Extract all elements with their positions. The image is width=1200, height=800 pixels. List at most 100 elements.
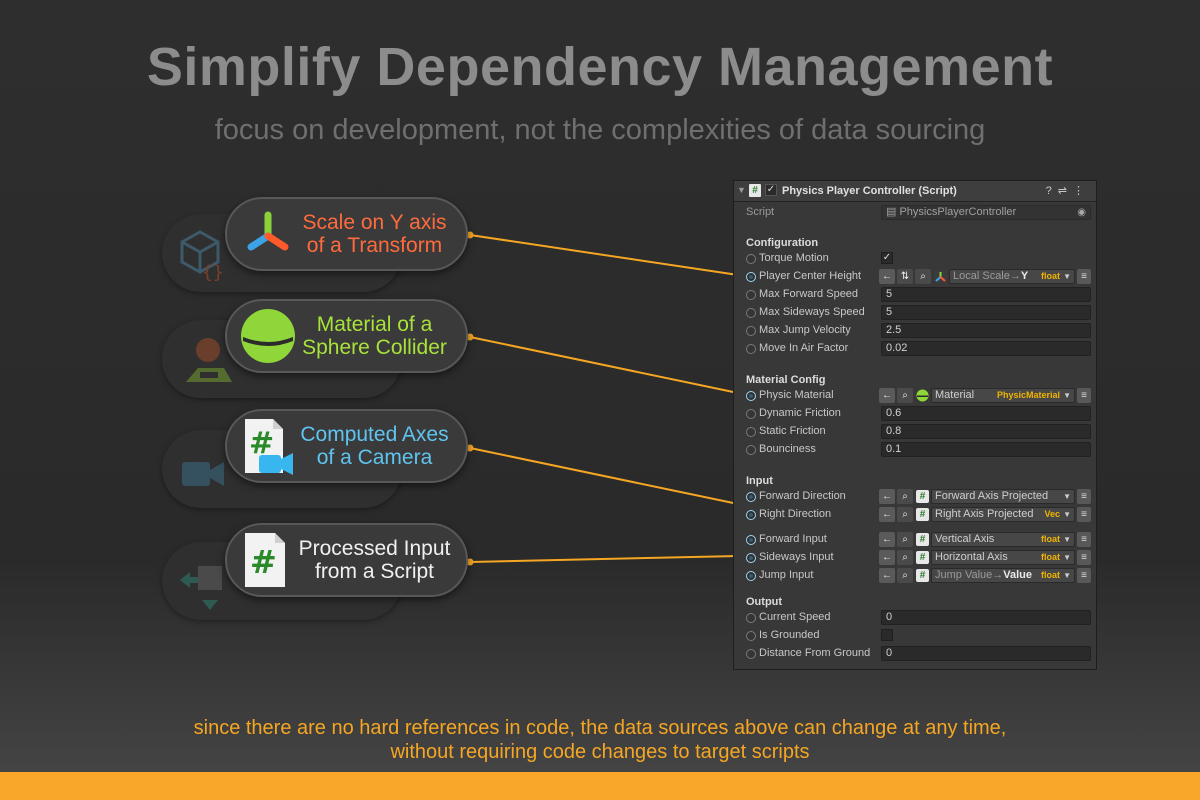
bound-dot-icon[interactable] [746, 571, 756, 581]
bound-dot-icon[interactable] [746, 553, 756, 563]
pill-camera-label: Computed Axes of a Camera [291, 411, 458, 481]
modifiers-icon[interactable]: ⇅ [897, 269, 913, 284]
search-icon[interactable]: ⌕ [897, 532, 913, 547]
search-icon[interactable]: ⌕ [915, 269, 931, 284]
hamburger-menu-icon[interactable]: ≡ [1077, 532, 1091, 547]
back-arrow-icon[interactable]: ← [879, 489, 895, 504]
search-icon[interactable]: ⌕ [897, 489, 913, 504]
more-menu-icon[interactable]: ⋮ [1073, 185, 1090, 197]
back-arrow-icon[interactable]: ← [879, 388, 895, 403]
hamburger-menu-icon[interactable]: ≡ [1077, 269, 1091, 284]
type-badge: PhysicMaterial [996, 390, 1060, 400]
max-forward-speed-input[interactable]: 5 [881, 287, 1091, 302]
back-arrow-icon[interactable]: ← [879, 568, 895, 583]
bind-dot-icon[interactable] [746, 254, 756, 264]
pill-material-source[interactable]: Material of a Sphere Collider [225, 299, 468, 373]
pill-line: Computed Axes [300, 423, 449, 446]
bound-dot-icon[interactable] [746, 492, 756, 502]
script-icon: # [916, 569, 929, 582]
bound-dot-icon[interactable] [746, 535, 756, 545]
binding-source: Right Axis Projected [935, 508, 1034, 520]
binding-source-dropdown[interactable]: Forward Axis Projected ▼ [931, 489, 1075, 504]
bound-dot-icon[interactable] [746, 510, 756, 520]
preset-icon[interactable]: ⇌ [1058, 185, 1073, 197]
foldout-arrow-icon[interactable]: ▼ [737, 185, 746, 195]
row-physic-material: Physic Material ← ⌕ Material PhysicMater… [734, 388, 1096, 405]
bind-dot-icon[interactable] [746, 344, 756, 354]
binding-source-dropdown[interactable]: Right Axis Projected Vec ▼ [931, 507, 1075, 522]
bind-dot-icon[interactable] [746, 326, 756, 336]
pill-transform-label: Scale on Y axis of a Transform [291, 199, 458, 269]
binding-field: ← ⌕ Material PhysicMaterial ▼ ≡ [879, 388, 1091, 404]
hamburger-menu-icon[interactable]: ≡ [1077, 568, 1091, 583]
binding-source-dropdown[interactable]: Jump Value→Value float ▼ [931, 568, 1075, 583]
move-in-air-factor-input[interactable]: 0.02 [881, 341, 1091, 356]
row-forward-input: Forward Input ← ⌕ # Vertical Axis float … [734, 532, 1096, 549]
script-label: Script [746, 206, 775, 218]
type-badge: float [1041, 570, 1060, 580]
back-arrow-icon[interactable]: ← [879, 550, 895, 565]
field-label: Current Speed [759, 611, 831, 623]
binding-source-dropdown[interactable]: Horizontal Axis float ▼ [931, 550, 1075, 565]
field-label: Max Forward Speed [759, 288, 859, 300]
back-arrow-icon[interactable]: ← [879, 507, 895, 522]
static-friction-input[interactable]: 0.8 [881, 424, 1091, 439]
bind-dot-icon[interactable] [746, 613, 756, 623]
script-value: PhysicsPlayerController [899, 206, 1017, 218]
object-picker-icon[interactable]: ◉ [1077, 206, 1086, 219]
bottom-accent-bar [0, 772, 1200, 800]
binding-field: ← ⌕ # Horizontal Axis float ▼ ≡ [879, 550, 1091, 566]
field-label: Forward Direction [759, 490, 846, 502]
binding-source-dropdown[interactable]: Vertical Axis float ▼ [931, 532, 1075, 547]
camera-script-icon: # [245, 419, 293, 475]
bind-dot-icon[interactable] [746, 409, 756, 419]
bind-dot-icon[interactable] [746, 290, 756, 300]
search-icon[interactable]: ⌕ [897, 388, 913, 403]
current-speed-input[interactable]: 0 [881, 610, 1091, 625]
binding-source-dropdown[interactable]: Local Scale→Y float ▼ [949, 269, 1075, 284]
search-icon[interactable]: ⌕ [897, 568, 913, 583]
hamburger-menu-icon[interactable]: ≡ [1077, 388, 1091, 403]
hamburger-menu-icon[interactable]: ≡ [1077, 489, 1091, 504]
footer-line: since there are no hard references in co… [193, 717, 1007, 739]
max-jump-velocity-input[interactable]: 2.5 [881, 323, 1091, 338]
binding-source-dropdown[interactable]: Material PhysicMaterial ▼ [931, 388, 1075, 403]
field-label: Right Direction [759, 508, 832, 520]
dropdown-arrow-icon: ▼ [1063, 272, 1071, 281]
distance-from-ground-input[interactable]: 0 [881, 646, 1091, 661]
bind-dot-icon[interactable] [746, 649, 756, 659]
binding-member: Value [1003, 569, 1033, 581]
pill-camera-source[interactable]: # Computed Axes of a Camera [225, 409, 468, 483]
pill-line: Material of a [316, 313, 433, 336]
pill-transform-source[interactable]: Scale on Y axis of a Transform [225, 197, 468, 271]
max-sideways-speed-input[interactable]: 5 [881, 305, 1091, 320]
bind-dot-icon[interactable] [746, 427, 756, 437]
binding-path: Local Scale [953, 270, 1010, 282]
dynamic-friction-input[interactable]: 0.6 [881, 406, 1091, 421]
back-arrow-icon[interactable]: ← [879, 532, 895, 547]
field-label: Torque Motion [759, 252, 829, 264]
dropdown-arrow-icon: ▼ [1063, 535, 1071, 544]
search-icon[interactable]: ⌕ [897, 550, 913, 565]
bound-dot-icon[interactable] [746, 272, 756, 282]
row-max-forward-speed: Max Forward Speed 5 [734, 287, 1096, 304]
bounciness-input[interactable]: 0.1 [881, 442, 1091, 457]
script-field[interactable]: ▤ PhysicsPlayerController ◉ [881, 205, 1091, 220]
field-label: Max Jump Velocity [759, 324, 851, 336]
component-header[interactable]: ▼ # ✓ Physics Player Controller (Script)… [734, 181, 1096, 202]
pill-script-source[interactable]: # Processed Input from a Script [225, 523, 468, 597]
bind-dot-icon[interactable] [746, 308, 756, 318]
is-grounded-checkbox[interactable] [881, 629, 893, 641]
component-enabled-checkbox[interactable]: ✓ [765, 184, 777, 196]
bound-dot-icon[interactable] [746, 391, 756, 401]
hamburger-menu-icon[interactable]: ≡ [1077, 550, 1091, 565]
bind-dot-icon[interactable] [746, 631, 756, 641]
back-arrow-icon[interactable]: ← [879, 269, 895, 284]
hamburger-menu-icon[interactable]: ≡ [1077, 507, 1091, 522]
torque-motion-checkbox[interactable]: ✓ [881, 252, 893, 264]
help-icon[interactable]: ? [1046, 185, 1058, 197]
field-label: Move In Air Factor [759, 342, 849, 354]
search-icon[interactable]: ⌕ [897, 507, 913, 522]
bind-dot-icon[interactable] [746, 445, 756, 455]
type-badge: float [1041, 552, 1060, 562]
